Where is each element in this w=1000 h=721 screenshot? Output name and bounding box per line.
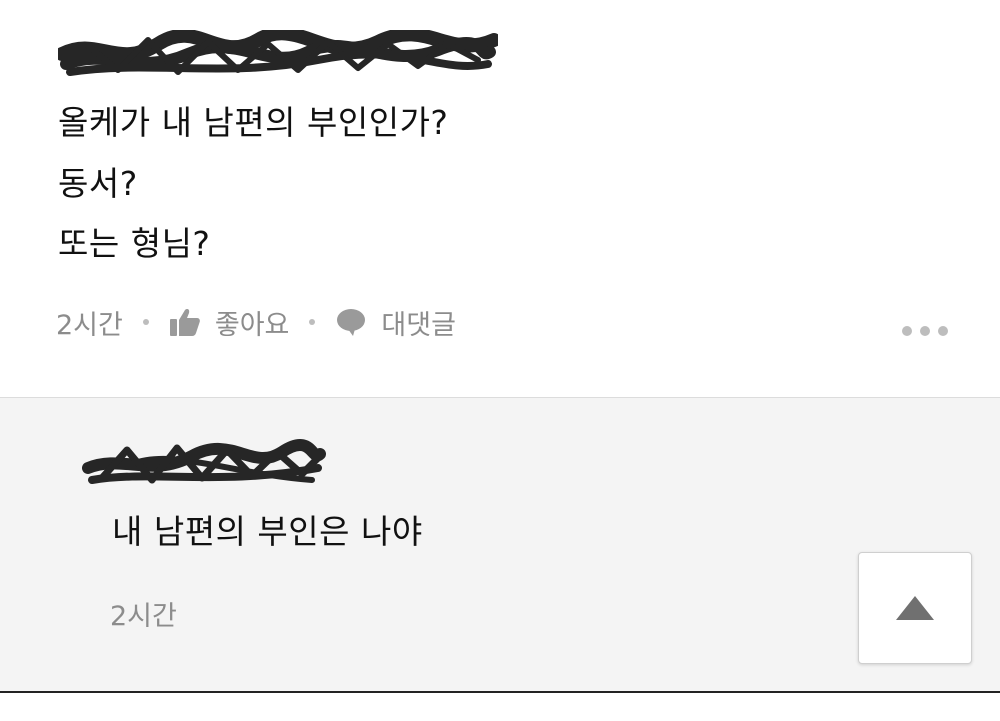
speech-bubble-icon[interactable]	[335, 307, 367, 337]
more-dots-icon[interactable]	[902, 326, 948, 336]
reply-author-redacted	[82, 434, 327, 494]
comment-meta: 2시간 좋아요 대댓글	[56, 302, 456, 342]
meta-separator	[142, 319, 149, 325]
scroll-to-top-button[interactable]	[858, 552, 972, 664]
thumbs-up-icon[interactable]	[169, 307, 201, 337]
reply-button[interactable]: 대댓글	[381, 303, 456, 342]
reply-time: 2시간	[110, 601, 177, 632]
comment: 올케가 내 남편의 부인인가? 동서? 또는 형님? 2시간 좋아요 대댓글	[0, 0, 1000, 397]
comment-line-1: 올케가 내 남편의 부인인가?	[58, 103, 449, 142]
more-dot	[938, 326, 948, 336]
like-button[interactable]: 좋아요	[215, 303, 290, 342]
more-dot	[920, 326, 930, 336]
comment-author-redacted	[58, 30, 498, 82]
meta-separator	[309, 319, 316, 325]
triangle-up-icon	[896, 596, 934, 620]
comment-line-3: 또는 형님?	[58, 224, 211, 263]
reply-comment: 내 남편의 부인은 나야 2시간	[0, 397, 1000, 692]
comment-time: 2시간	[56, 309, 123, 341]
comment-line-2: 동서?	[58, 164, 138, 203]
redaction-scribble	[58, 30, 498, 76]
bottom-area	[0, 693, 1000, 721]
reply-text: 내 남편의 부인은 나야	[112, 512, 423, 551]
more-dot	[902, 326, 912, 336]
redaction-scribble	[82, 439, 326, 484]
